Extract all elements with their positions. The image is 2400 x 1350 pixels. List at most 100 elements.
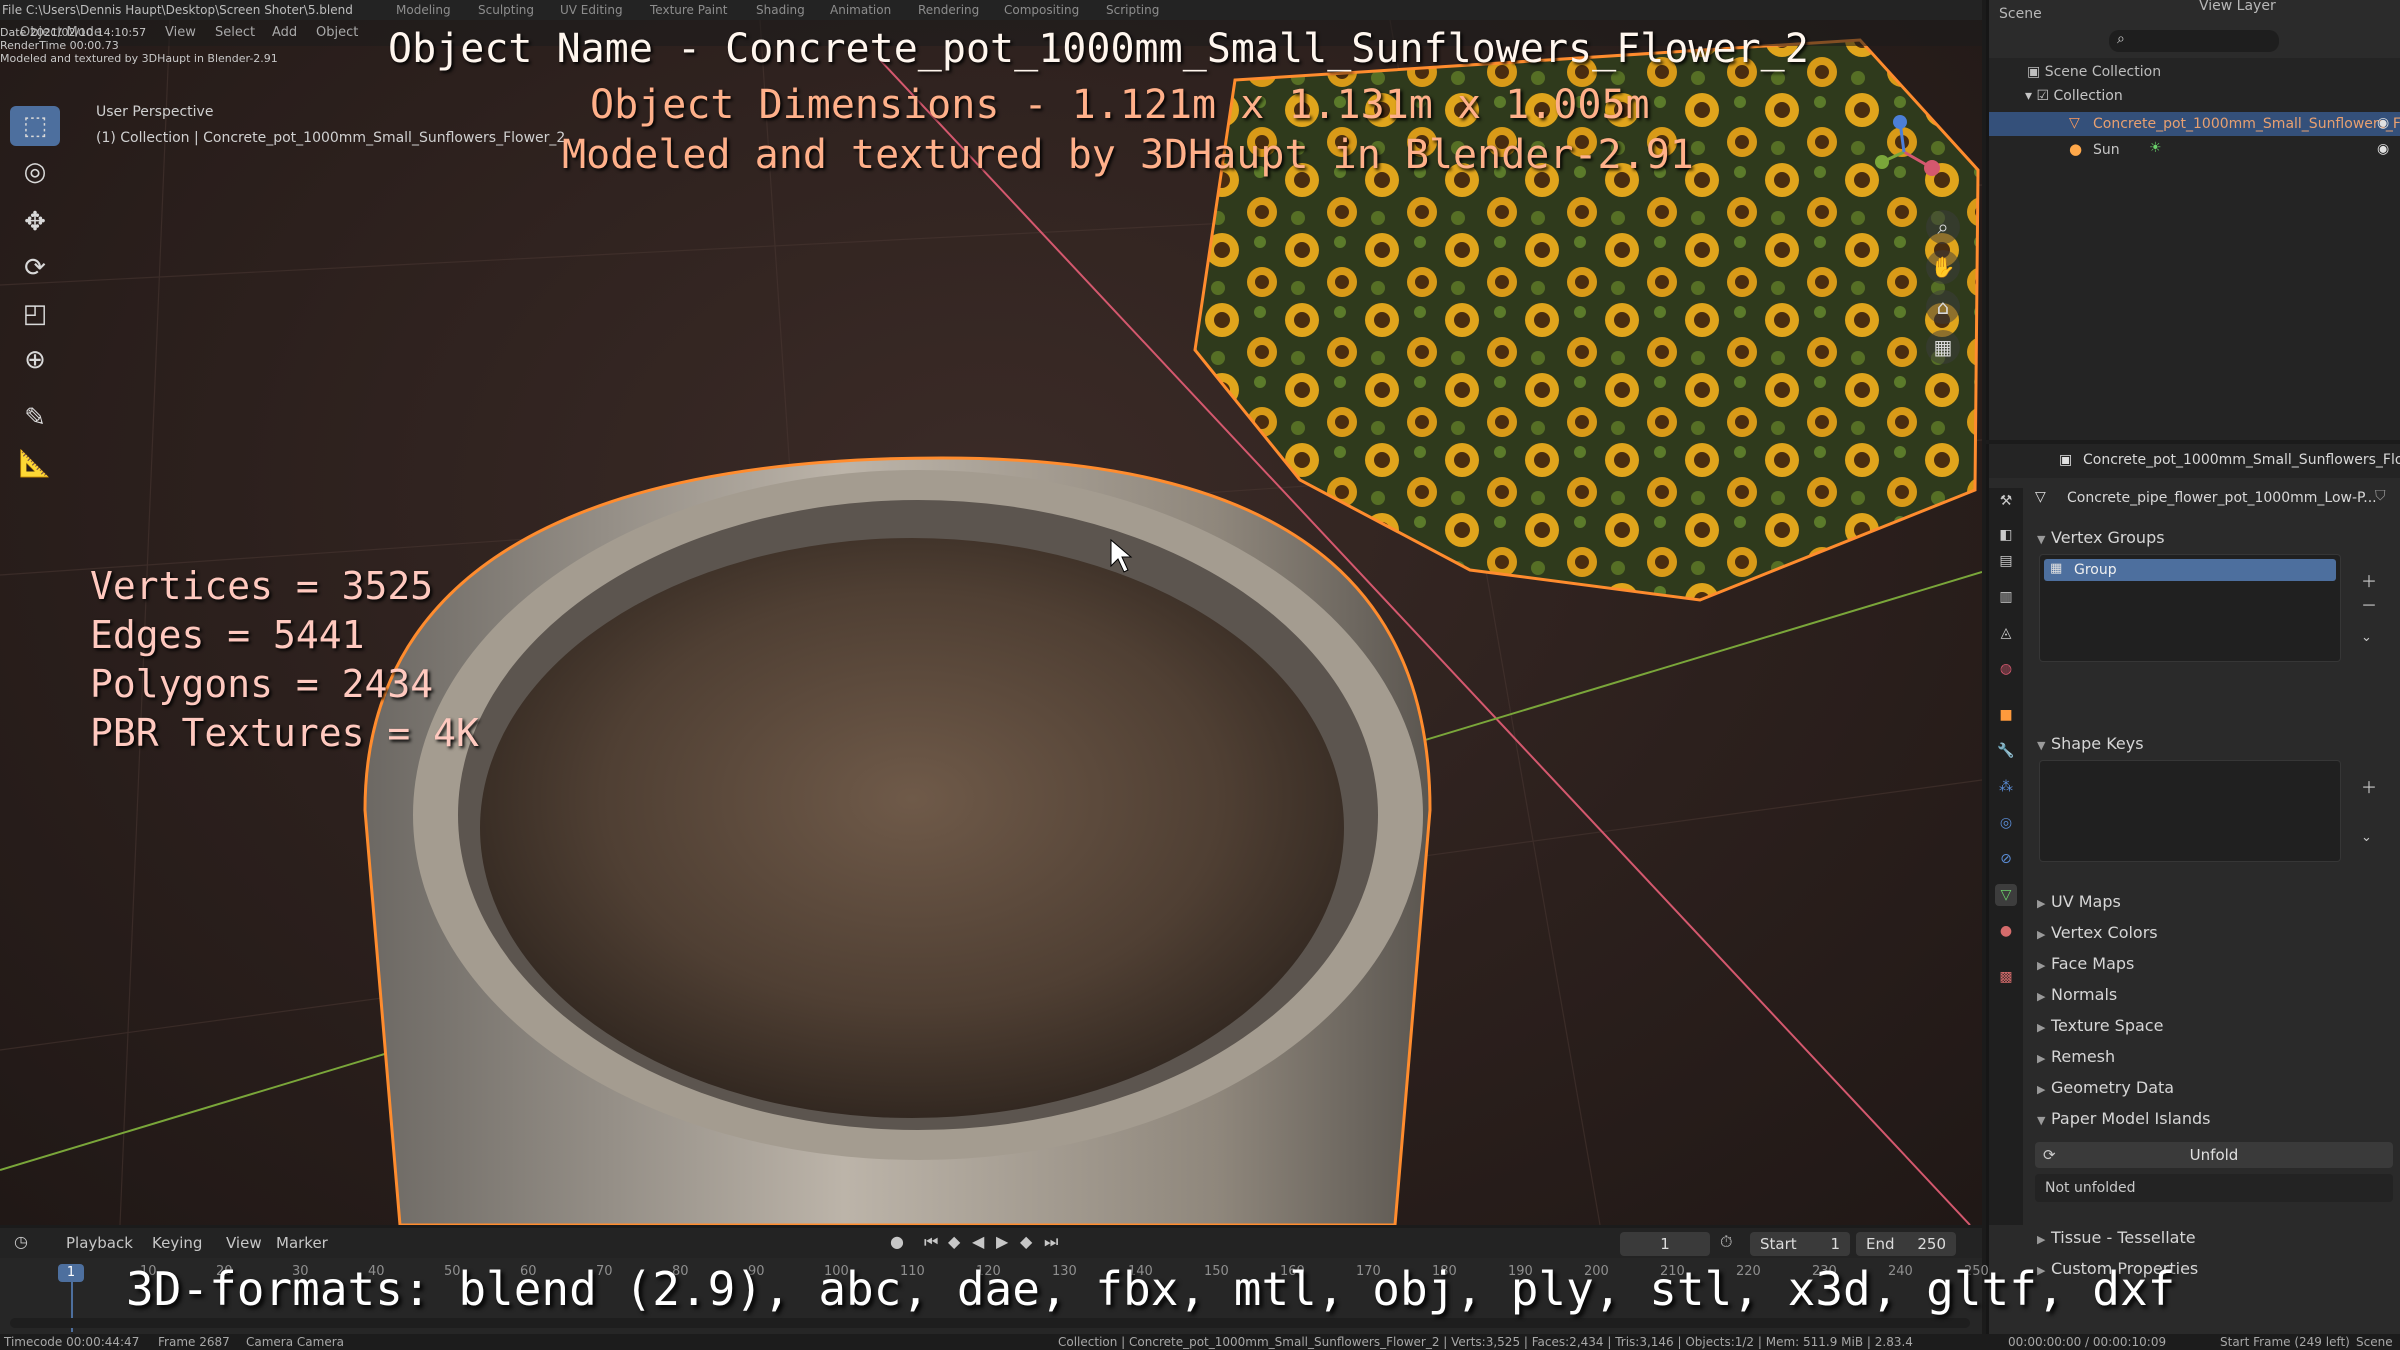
world-tab[interactable]: ◍ [1995, 658, 2017, 680]
object-icon: ▣ [2059, 452, 2073, 468]
view-collection-label: (1) Collection | Concrete_pot_1000mm_Sma… [96, 130, 566, 146]
start-frame-status: Start Frame (249 left) [2220, 1335, 2350, 1349]
playhead-marker[interactable]: 1 [58, 1264, 84, 1282]
workspace-tab-rendering[interactable]: Rendering [918, 3, 979, 17]
zoom-gizmo[interactable]: ⌕ [1926, 210, 1960, 244]
shape-keys-list[interactable] [2039, 760, 2341, 862]
vertex-group-row[interactable]: ▦ Group [2044, 559, 2336, 581]
outliner-row-sun[interactable]: ● Sun ☀ ◉ [1989, 138, 2400, 162]
physics-tab[interactable]: ◎ [1995, 812, 2017, 834]
workspace-tab-uv-editing[interactable]: UV Editing [560, 3, 623, 17]
unfold-button[interactable]: ⟳ Unfold [2035, 1142, 2393, 1168]
move-tool[interactable]: ✥ [10, 202, 60, 242]
cursor-tool[interactable]: ◎ [10, 152, 60, 192]
mesh-data-tab[interactable]: ▽ [1995, 884, 2017, 906]
timecode-label: Timecode 00:00:44:47 [4, 1335, 140, 1349]
texture-tab[interactable]: ▩ [1995, 966, 2017, 988]
shape-key-menu-button[interactable]: ⌄ [2361, 830, 2372, 845]
add-vertex-group-button[interactable]: ＋ [2361, 568, 2377, 592]
timeline-scrollbar[interactable] [10, 1318, 1970, 1328]
overlay-dimensions: Object Dimensions - 1.121m x 1.131m x 1.… [590, 82, 1650, 128]
panel-shape-keys[interactable]: ▼ Shape Keys [2037, 734, 2144, 753]
panel-face-maps[interactable]: ▶ Face Maps [2037, 954, 2134, 973]
start-frame-field[interactable]: Start 1 [1750, 1232, 1850, 1256]
wrench-screwdriver-icon: ⚒ [1999, 493, 2013, 509]
tool-tab[interactable]: ⚒ [1995, 490, 2017, 512]
panel-vertex-colors[interactable]: ▶ Vertex Colors [2037, 923, 2158, 942]
view-layer-tab[interactable]: ▥ [1995, 586, 2017, 608]
timeline-menu-marker[interactable]: Marker [276, 1234, 328, 1252]
timeline-menu-view[interactable]: View [226, 1234, 262, 1252]
particles-tab[interactable]: ⁂ [1995, 776, 2017, 798]
orientation-gizmo[interactable] [1862, 110, 1946, 194]
workspace-tab-texture-paint[interactable]: Texture Paint [650, 3, 727, 17]
outliner-scene-collection[interactable]: ▣ Scene Collection [2027, 64, 2161, 80]
modifier-tab[interactable]: 🔧 [1995, 740, 2017, 762]
measure-tool[interactable]: 📐 [10, 444, 60, 484]
output-tab[interactable]: ▤ [1995, 550, 2017, 572]
scale-icon: ◰ [22, 299, 48, 329]
outliner-row-pot[interactable]: ▽ Concrete_pot_1000mm_Small_Sunflowers_F… [1989, 112, 2400, 136]
play-button[interactable]: ▶ [996, 1232, 1008, 1251]
play-reverse-button[interactable]: ◀ [972, 1232, 984, 1251]
panel-texture-space[interactable]: ▶ Texture Space [2037, 1016, 2163, 1035]
timeline-menu-keying[interactable]: Keying [152, 1234, 202, 1252]
tool-shelf: ⬚ ◎ ✥ ⟳ ◰ ⊕ ✎ 📐 [10, 106, 62, 506]
mesh-datablock-selector[interactable]: ▽ Concrete_pipe_flower_pot_1000mm_Low-P.… [2035, 486, 2395, 512]
panel-remesh[interactable]: ▶ Remesh [2037, 1047, 2115, 1066]
workspace-tab-sculpting[interactable]: Sculpting [478, 3, 534, 17]
outliner-search-input[interactable]: ⌕ [2109, 30, 2279, 52]
constraints-tab[interactable]: ⊘ [1995, 848, 2017, 870]
object-tab[interactable]: ■ [1995, 704, 2017, 726]
workspace-tab-shading[interactable]: Shading [756, 3, 805, 17]
material-tab[interactable]: ● [1995, 920, 2017, 942]
properties-editor[interactable]: ▣ Concrete_pot_1000mm_Small_Sunflowers_F… [1986, 444, 2400, 1225]
outliner-panel[interactable]: Scene View Layer ⌕ ▣ Scene Collection ▾ … [1986, 0, 2400, 440]
current-frame-field[interactable]: 1 [1620, 1232, 1710, 1256]
panel-vertex-groups[interactable]: ▼ Vertex Groups [2037, 528, 2165, 547]
prev-keyframe-button[interactable]: ◆ [948, 1232, 960, 1251]
camera-view-gizmo[interactable]: ⌂ [1926, 290, 1960, 324]
ortho-toggle-gizmo[interactable]: ▦ [1926, 330, 1960, 364]
vertex-groups-list[interactable]: ▦ Group [2039, 554, 2341, 662]
eye-icon[interactable]: ◉ [2377, 115, 2389, 131]
workspace-tab-modeling[interactable]: Modeling [396, 3, 451, 17]
transform-tool[interactable]: ⊕ [10, 340, 60, 380]
3d-viewport[interactable]: Object Mode View Select Add Object Date … [0, 20, 1982, 1225]
pan-gizmo[interactable]: ✋ [1926, 250, 1960, 284]
panel-normals[interactable]: ▶ Normals [2037, 985, 2117, 1004]
select-box-tool[interactable]: ⬚ [10, 106, 60, 146]
panel-tissue-tessellate[interactable]: ▶ Tissue - Tessellate [2037, 1228, 2196, 1247]
scale-tool[interactable]: ◰ [10, 294, 60, 334]
stopwatch-icon[interactable]: ⏱ [1720, 1232, 1732, 1252]
clock-editor-icon[interactable]: ◷ [14, 1232, 28, 1251]
viewport-menu-object[interactable]: Object [316, 25, 358, 40]
timeline-menu-playback[interactable]: Playback [66, 1234, 133, 1252]
panel-paper-model-islands[interactable]: ▼ Paper Model Islands [2037, 1109, 2210, 1128]
move-arrows-icon: ✥ [24, 207, 46, 237]
jump-start-button[interactable]: ⏮ [924, 1232, 938, 1252]
workspace-tab-compositing[interactable]: Compositing [1004, 3, 1079, 17]
panel-geometry-data[interactable]: ▶ Geometry Data [2037, 1078, 2174, 1097]
record-button[interactable]: ● [890, 1232, 904, 1251]
collapsed-triangle-icon: ▶ [2037, 959, 2046, 972]
annotate-tool[interactable]: ✎ [10, 398, 60, 438]
workspace-tab-animation[interactable]: Animation [830, 3, 891, 17]
workspace-tab-scripting[interactable]: Scripting [1106, 3, 1159, 17]
view-layer-label[interactable]: View Layer [2199, 0, 2276, 14]
vertex-group-menu-button[interactable]: ⌄ [2361, 630, 2372, 645]
mesh-name-field[interactable]: Concrete_pipe_flower_pot_1000mm_Low-P... [2067, 490, 2377, 506]
outliner-collection[interactable]: ▾ ☑ Collection [2025, 88, 2123, 104]
render-tab[interactable]: ◧ [1995, 524, 2017, 546]
eye-icon[interactable]: ◉ [2377, 141, 2389, 157]
shield-icon[interactable]: ⛉ [2375, 488, 2386, 504]
panel-uv-maps[interactable]: ▶ UV Maps [2037, 892, 2121, 911]
end-frame-field[interactable]: End 250 [1856, 1232, 1956, 1256]
scene-tab[interactable]: ◬ [1995, 622, 2017, 644]
add-shape-key-button[interactable]: ＋ [2361, 774, 2377, 798]
jump-end-button[interactable]: ⏭ [1044, 1232, 1058, 1252]
next-keyframe-button[interactable]: ◆ [1020, 1232, 1032, 1251]
remove-vertex-group-button[interactable]: － [2361, 592, 2377, 616]
rotate-tool[interactable]: ⟳ [10, 248, 60, 288]
scene-label[interactable]: Scene [1999, 6, 2042, 22]
